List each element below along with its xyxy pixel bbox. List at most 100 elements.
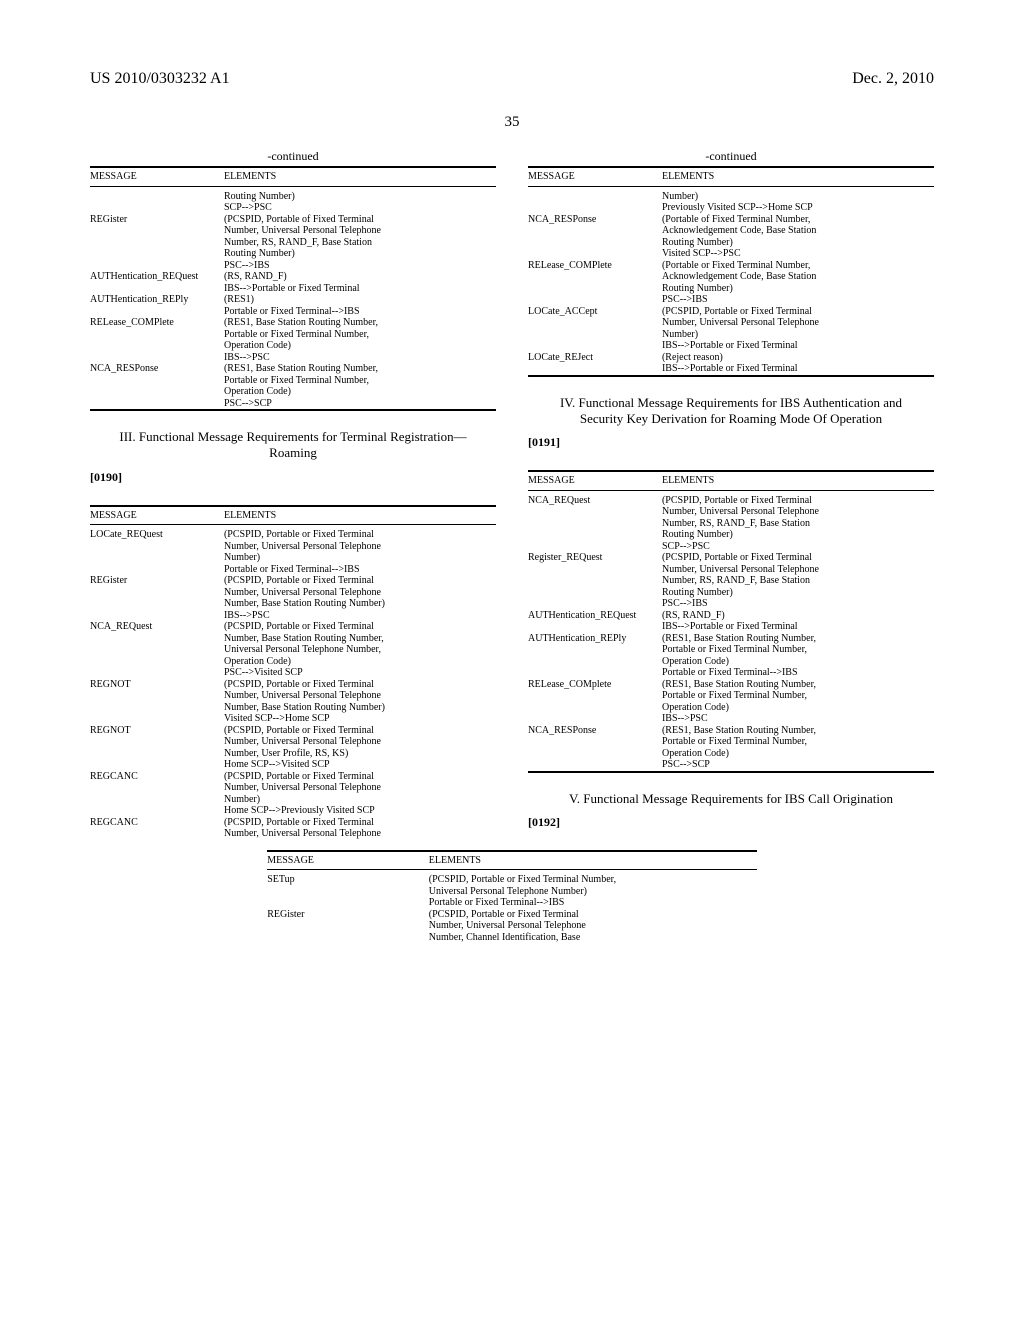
element-line: Number, Universal Personal Telephone (224, 828, 496, 840)
message-name (528, 575, 662, 587)
table-3: MESSAGE ELEMENTS LOCate_REQuest(PCSPID, … (90, 505, 496, 840)
message-name (90, 375, 224, 387)
message-name (90, 248, 224, 260)
element-line: Operation Code) (662, 702, 934, 714)
element-line: PSC-->IBS (662, 598, 934, 610)
message-name: RELease_COMPlete (90, 317, 224, 329)
message-name (90, 713, 224, 725)
message-name (90, 191, 224, 203)
element-line: SCP-->PSC (662, 541, 934, 553)
table-2: MESSAGE ELEMENTS Number)Previously Visit… (528, 166, 934, 377)
message-name (528, 506, 662, 518)
message-name: SETup (267, 874, 429, 886)
element-line: Portable or Fixed Terminal Number, (224, 329, 496, 341)
message-name (90, 260, 224, 272)
element-line: Number) (662, 329, 934, 341)
table-5: MESSAGE ELEMENTS SETup(PCSPID, Portable … (267, 850, 757, 944)
element-line: (PCSPID, Portable or Fixed Terminal (224, 575, 496, 587)
element-line: (PCSPID, Portable or Fixed Terminal (662, 306, 934, 318)
message-name (90, 748, 224, 760)
element-line: Number, Universal Personal Telephone (662, 317, 934, 329)
element-line: Portable or Fixed Terminal Number, (662, 736, 934, 748)
element-line: Number, RS, RAND_F, Base Station (224, 237, 496, 249)
element-line: Number, Universal Personal Telephone (224, 225, 496, 237)
element-line: Operation Code) (662, 748, 934, 760)
message-name (528, 237, 662, 249)
col-elements: ELEMENTS (224, 167, 496, 186)
element-line: PSC-->SCP (662, 759, 934, 772)
message-name: NCA_REQuest (528, 495, 662, 507)
message-name (90, 805, 224, 817)
element-line: Home SCP-->Previously Visited SCP (224, 805, 496, 817)
element-line: Routing Number) (662, 237, 934, 249)
message-name (90, 552, 224, 564)
element-line: (RES1, Base Station Routing Number, (662, 725, 934, 737)
message-name (267, 886, 429, 898)
message-name: NCA_RESPonse (528, 725, 662, 737)
element-line: Universal Personal Telephone Number, (224, 644, 496, 656)
element-line: (RES1, Base Station Routing Number, (224, 317, 496, 329)
col-elements: ELEMENTS (224, 507, 496, 525)
message-name (528, 587, 662, 599)
col-message: MESSAGE (90, 507, 224, 525)
right-column: -continued MESSAGE ELEMENTS Number)Previ… (528, 149, 934, 840)
element-line: (Portable of Fixed Terminal Number, (662, 214, 934, 226)
message-name: REGister (267, 909, 429, 921)
col-message: MESSAGE (267, 852, 429, 870)
message-name (528, 225, 662, 237)
element-line: (RES1, Base Station Routing Number, (662, 633, 934, 645)
message-name (90, 736, 224, 748)
message-name (528, 271, 662, 283)
element-line: PSC-->SCP (224, 398, 496, 411)
message-name (90, 610, 224, 622)
message-name (528, 564, 662, 576)
message-name (528, 340, 662, 352)
element-line: Universal Personal Telephone Number) (429, 886, 757, 898)
message-name (90, 329, 224, 341)
element-line: (PCSPID, Portable or Fixed Terminal (224, 529, 496, 541)
element-line: Routing Number) (224, 248, 496, 260)
page-number: 35 (90, 114, 934, 131)
continued-label: -continued (90, 149, 496, 166)
message-name (90, 598, 224, 610)
message-name (528, 363, 662, 376)
element-line: Portable or Fixed Terminal Number, (224, 375, 496, 387)
message-name (90, 202, 224, 214)
message-name: REGNOT (90, 725, 224, 737)
section-3-paranum: [0190] (90, 470, 496, 485)
message-name (528, 283, 662, 295)
element-line: PSC-->IBS (224, 260, 496, 272)
element-line: Number, Universal Personal Telephone (224, 736, 496, 748)
message-name: REGCANC (90, 817, 224, 829)
col-message: MESSAGE (528, 472, 662, 490)
element-line: Number, Base Station Routing Number, (224, 633, 496, 645)
element-line: Operation Code) (662, 656, 934, 668)
element-line: IBS-->Portable or Fixed Terminal (662, 363, 934, 376)
message-name (528, 294, 662, 306)
element-line: (PCSPID, Portable or Fixed Terminal Numb… (429, 874, 757, 886)
message-name: NCA_RESPonse (528, 214, 662, 226)
element-line: Routing Number) (224, 191, 496, 203)
element-line: Visited SCP-->PSC (662, 248, 934, 260)
message-name (528, 518, 662, 530)
element-line: (RES1) (224, 294, 496, 306)
element-line: Home SCP-->Visited SCP (224, 759, 496, 771)
element-line: (RES1, Base Station Routing Number, (224, 363, 496, 375)
element-line: Operation Code) (224, 340, 496, 352)
message-name (90, 644, 224, 656)
message-name (528, 621, 662, 633)
continued-label: -continued (528, 149, 934, 166)
message-name: AUTHentication_REPly (528, 633, 662, 645)
element-line: Number, Base Station Routing Number) (224, 702, 496, 714)
element-line: (PCSPID, Portable or Fixed Terminal (224, 817, 496, 829)
element-line: PSC-->IBS (662, 294, 934, 306)
message-name: AUTHentication_REQuest (90, 271, 224, 283)
section-4-title: IV. Functional Message Requirements for … (538, 395, 924, 428)
element-line: Operation Code) (224, 656, 496, 668)
message-name (90, 690, 224, 702)
element-line: Number, Universal Personal Telephone (662, 506, 934, 518)
element-line: (PCSPID, Portable or Fixed Terminal (224, 771, 496, 783)
col-elements: ELEMENTS (662, 472, 934, 490)
message-name (528, 598, 662, 610)
element-line: Number, Channel Identification, Base (429, 932, 757, 944)
